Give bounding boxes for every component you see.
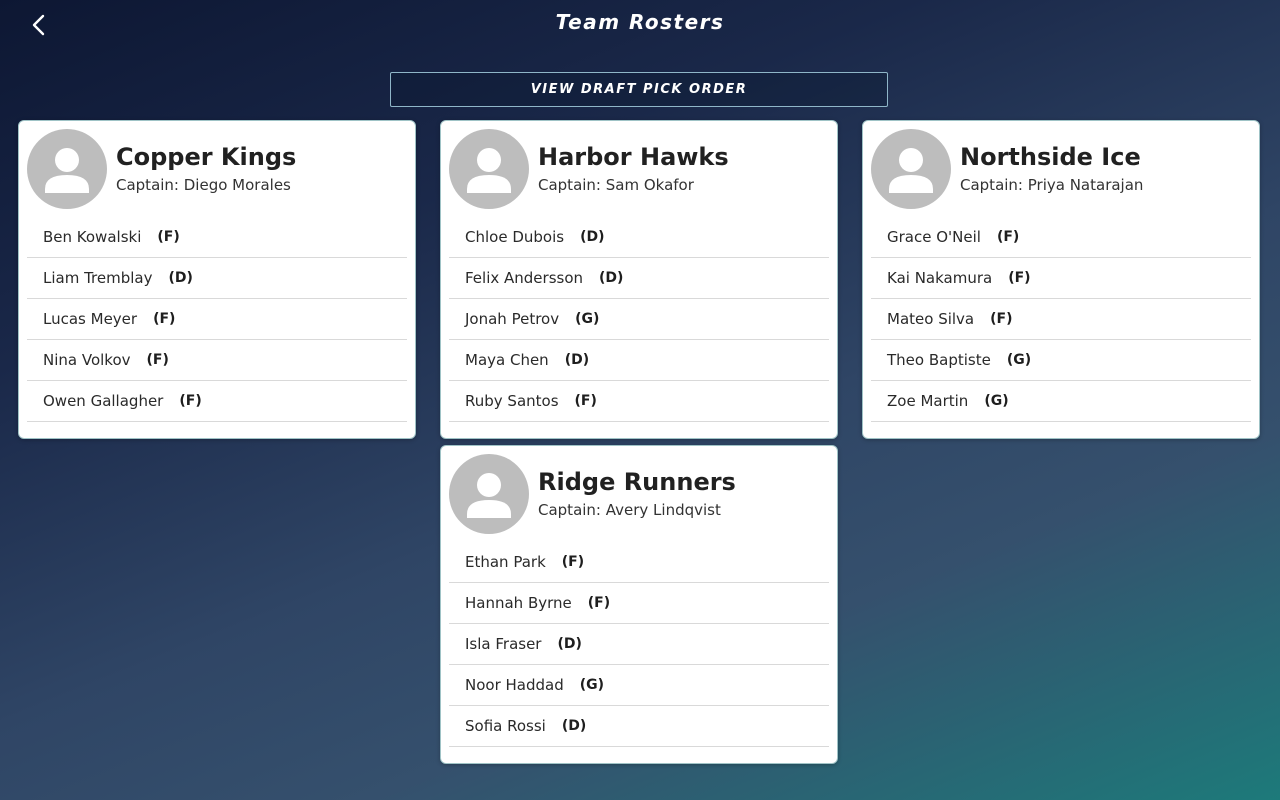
team-name: Ridge Runners [538,468,736,496]
player-position: (F) [146,352,169,368]
player-position: (D) [557,636,582,652]
team-captain: Captain: Diego Morales [116,176,291,194]
roster-item[interactable]: Jonah Petrov (G) [449,299,829,340]
roster-item[interactable]: Sofia Rossi (D) [449,706,829,747]
team-card-ridge-runners[interactable]: Ridge Runners Captain: Avery Lindqvist E… [440,445,838,764]
roster-item[interactable]: Mateo Silva (F) [871,299,1251,340]
player-name: Kai Nakamura [887,269,993,287]
player-name: Noor Haddad [465,676,564,694]
player-position: (D) [580,229,605,245]
roster-item[interactable]: Zoe Martin (G) [871,381,1251,422]
player-name: Ruby Santos [465,392,559,410]
roster-item[interactable]: Owen Gallagher (F) [27,381,407,422]
player-position: (F) [561,554,585,570]
team-card-copper-kings[interactable]: Copper Kings Captain: Diego Morales Ben … [18,120,416,439]
player-name: Chloe Dubois [465,228,565,246]
team-name: Copper Kings [116,143,297,171]
team-card-header: Northside Ice Captain: Priya Natarajan [863,121,1259,217]
page-title: Team Rosters [555,10,725,34]
player-position: (D) [168,270,193,286]
player-position: (F) [574,393,597,409]
roster-item[interactable]: Chloe Dubois (D) [449,217,829,258]
player-name: Sofia Rossi [465,717,546,735]
player-position: (G) [575,311,600,327]
team-captain: Captain: Priya Natarajan [960,176,1144,194]
roster-item[interactable]: Hannah Byrne (F) [449,583,829,624]
roster-list: Grace O'Neil (F) Kai Nakamura (F) Mateo Si… [863,217,1259,438]
player-position: (F) [587,595,611,611]
player-name: Maya Chen [465,351,549,369]
roster-item[interactable]: Kai Nakamura (F) [871,258,1251,299]
player-name: Owen Gallagher [43,392,164,410]
roster-item[interactable]: Ethan Park (F) [449,542,829,583]
player-name: Zoe Martin [887,392,969,410]
player-position: (F) [153,311,176,327]
player-name: Nina Volkov [43,351,131,369]
roster-item[interactable]: Felix Andersson (D) [449,258,829,299]
player-name: Theo Baptiste [887,351,991,369]
roster-item[interactable]: Ben Kowalski (F) [27,217,407,258]
player-name: Ethan Park [465,553,546,571]
roster-item[interactable]: Liam Tremblay (D) [27,258,407,299]
player-position: (D) [564,352,590,368]
roster-item[interactable]: Isla Fraser (D) [449,624,829,665]
player-position: (F) [157,229,180,245]
roster-item[interactable]: Maya Chen (D) [449,340,829,381]
roster-list: Chloe Dubois (D) Felix Andersson (D) Jonah… [441,217,837,438]
team-card-harbor-hawks[interactable]: Harbor Hawks Captain: Sam Okafor Chloe D… [440,120,838,439]
player-position: (F) [179,393,202,409]
player-name: Grace O'Neil [887,228,981,246]
team-card-northside-ice[interactable]: Northside Ice Captain: Priya Natarajan G… [862,120,1260,439]
player-position: (G) [984,393,1009,409]
view-draft-pick-order-button[interactable]: VIEW DRAFT PICK ORDER [390,72,888,107]
roster-item[interactable]: Nina Volkov (F) [27,340,407,381]
avatar-icon [871,129,951,209]
roster-item[interactable]: Lucas Meyer (F) [27,299,407,340]
roster-item[interactable]: Grace O'Neil (F) [871,217,1251,258]
roster-item[interactable]: Theo Baptiste (G) [871,340,1251,381]
player-position: (F) [1008,270,1031,286]
player-name: Ben Kowalski [43,228,142,246]
player-position: (D) [599,270,624,286]
team-name: Northside Ice [960,143,1141,171]
roster-item[interactable]: Noor Haddad (G) [449,665,829,706]
player-name: Jonah Petrov [465,310,560,328]
roster-list: Ethan Park (F) Hannah Byrne (F) Isla Frase… [441,542,837,763]
player-position: (D) [561,718,587,734]
player-name: Isla Fraser [465,635,542,653]
team-name: Harbor Hawks [538,143,729,171]
roster-item[interactable]: Ruby Santos (F) [449,381,829,422]
avatar-icon [449,454,529,534]
team-captain: Captain: Sam Okafor [538,176,694,194]
avatar-icon [449,129,529,209]
player-position: (F) [990,311,1013,327]
player-name: Lucas Meyer [43,310,138,328]
player-position: (G) [1006,352,1032,368]
team-card-header: Harbor Hawks Captain: Sam Okafor [441,121,837,217]
avatar-icon [27,129,107,209]
player-name: Mateo Silva [887,310,975,328]
player-position: (G) [579,677,605,693]
team-captain: Captain: Avery Lindqvist [538,501,721,519]
player-name: Liam Tremblay [43,269,153,287]
team-card-header: Copper Kings Captain: Diego Morales [19,121,415,217]
player-name: Hannah Byrne [465,594,572,612]
player-position: (F) [996,229,1020,245]
roster-list: Ben Kowalski (F) Liam Tremblay (D) Lucas M… [19,217,415,438]
team-card-header: Ridge Runners Captain: Avery Lindqvist [441,446,837,542]
player-name: Felix Andersson [465,269,584,287]
